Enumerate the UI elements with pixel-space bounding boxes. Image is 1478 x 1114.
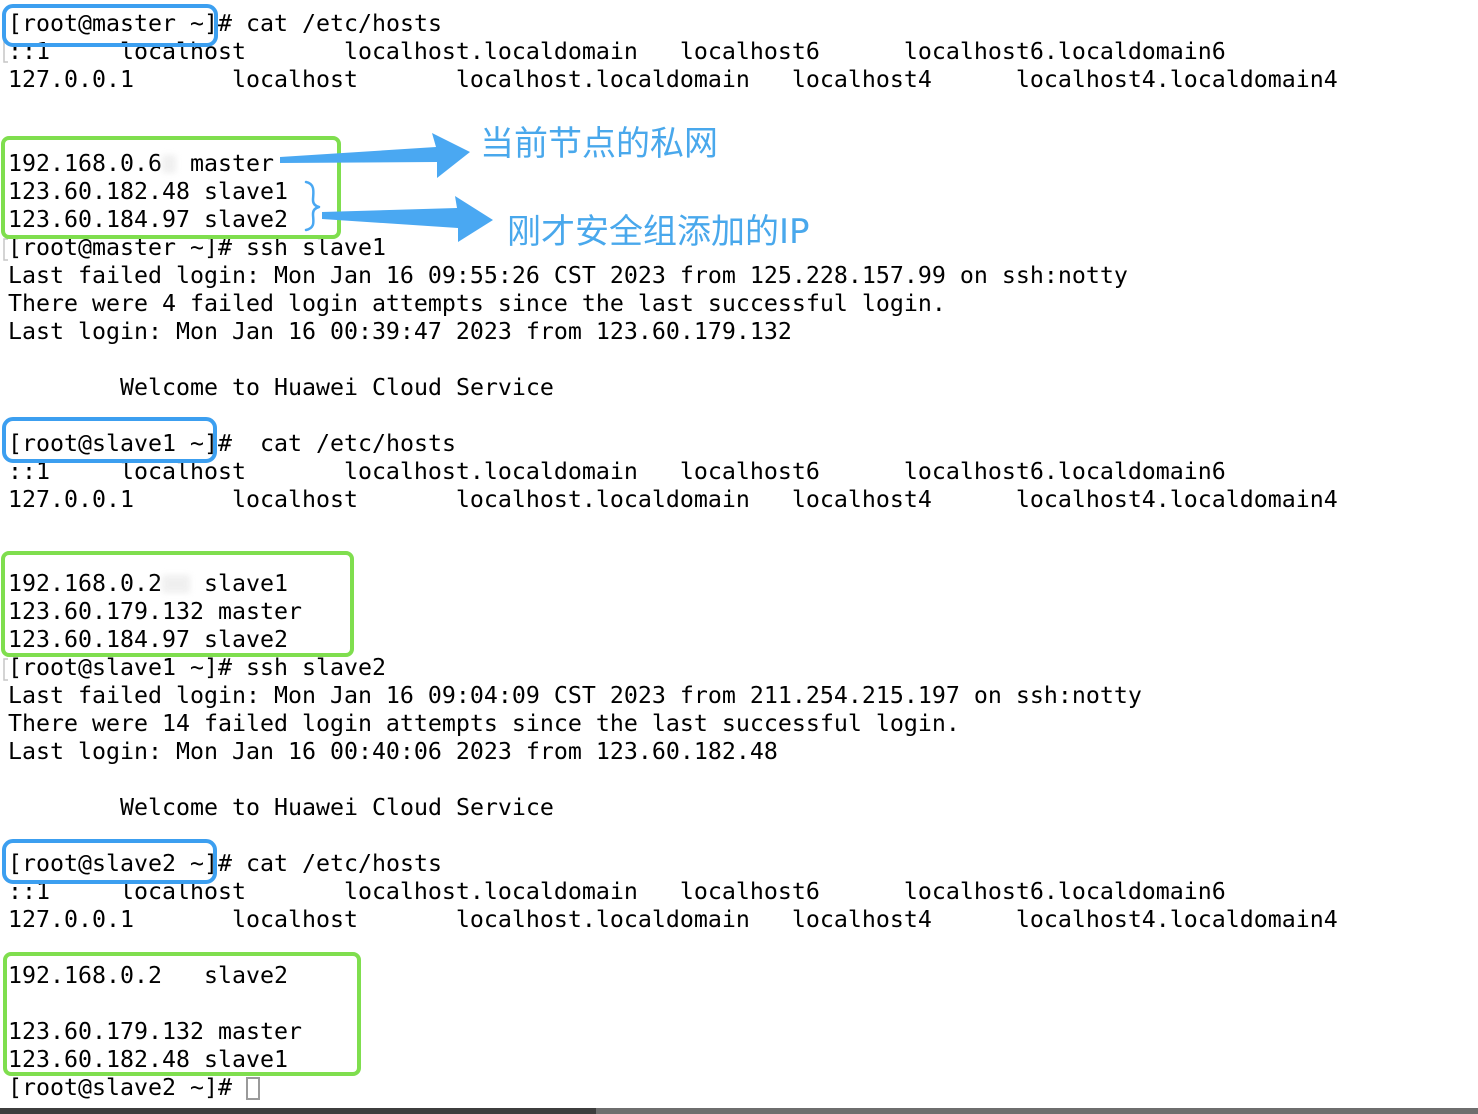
hosts-entry: 123.60.179.132 master [8, 598, 302, 625]
hosts-entry: 127.0.0.1 localhost localhost.localdomai… [8, 906, 1338, 933]
shell-prompt: [root@master ~]# [8, 10, 232, 37]
login-message: Last login: Mon Jan 16 00:40:06 2023 fro… [8, 738, 778, 765]
redaction-mask [161, 155, 176, 173]
shell-prompt: [root@slave2 ~]# [8, 1074, 232, 1101]
shell-prompt: [root@slave1 ~]# [8, 654, 232, 681]
hosts-entry: 192.168.0.2 slave2 [8, 962, 288, 989]
hosts-entry: ::1 localhost localhost.localdomain loca… [8, 878, 1226, 905]
ip-address: 192.168.0.2 [8, 570, 162, 597]
hosts-entry: 127.0.0.1 localhost localhost.localdomai… [8, 66, 1338, 93]
active-command-line[interactable]: [root@slave2 ~]# [8, 1074, 1468, 1102]
shell-prompt: [root@master ~]# [8, 234, 232, 261]
hosts-entry: 123.60.182.48 slave1 [8, 1046, 288, 1073]
redaction-mask [161, 575, 190, 593]
login-message: Last failed login: Mon Jan 16 09:55:26 C… [8, 262, 1128, 289]
command-line: [root@slave1 ~]# ssh slave2 [8, 654, 1468, 682]
login-message: Last failed login: Mon Jan 16 09:04:09 C… [8, 682, 1142, 709]
hostname: slave1 [203, 570, 288, 597]
annotation-label-security-group-ip: 刚才安全组添加的IP [507, 212, 810, 252]
shell-prompt: [root@slave1 ~]# [8, 430, 232, 457]
welcome-banner: Welcome to Huawei Cloud Service [120, 374, 554, 401]
shell-command: ssh slave1 [245, 234, 386, 261]
shell-prompt: [root@slave2 ~]# [8, 850, 232, 877]
login-message: Last login: Mon Jan 16 00:39:47 2023 fro… [8, 318, 792, 345]
login-message: There were 4 failed login attempts since… [8, 290, 946, 317]
command-line: [root@master ~]# cat /etc/hosts [8, 10, 1468, 38]
login-message: There were 14 failed login attempts sinc… [8, 710, 960, 737]
hosts-entry: 127.0.0.1 localhost localhost.localdomai… [8, 486, 1338, 513]
hosts-entry: ::1 localhost localhost.localdomain loca… [8, 458, 1226, 485]
welcome-banner: Welcome to Huawei Cloud Service [120, 794, 554, 821]
shell-command: cat /etc/hosts [259, 430, 456, 457]
terminal-window[interactable]: [root@master ~]# cat /etc/hosts ::1 local… [8, 10, 1468, 1102]
shell-command: ssh slave2 [245, 654, 386, 681]
terminal-cursor[interactable] [246, 1077, 260, 1100]
annotation-label-private-network: 当前节点的私网 [480, 124, 718, 164]
window-bottom-edge [0, 1108, 1478, 1114]
ip-address: 192.168.0.6 [8, 150, 162, 177]
hosts-entry: ::1 localhost localhost.localdomain loca… [8, 38, 1226, 65]
hosts-entry: 192.168.0.2 slave1 [8, 570, 1468, 598]
shell-command: cat /etc/hosts [245, 10, 442, 37]
shell-command: cat /etc/hosts [245, 850, 442, 877]
hosts-entry: 123.60.182.48 slave1 [8, 178, 288, 205]
command-line: [root@slave1 ~]# cat /etc/hosts [8, 430, 1468, 458]
hostname: master [189, 150, 274, 177]
hosts-entry: 123.60.179.132 master [8, 1018, 302, 1045]
hosts-entry: 192.168.0.6 master [8, 150, 1468, 178]
hosts-entry: 123.60.184.97 slave2 [8, 626, 288, 653]
command-line: [root@slave2 ~]# cat /etc/hosts [8, 850, 1468, 878]
